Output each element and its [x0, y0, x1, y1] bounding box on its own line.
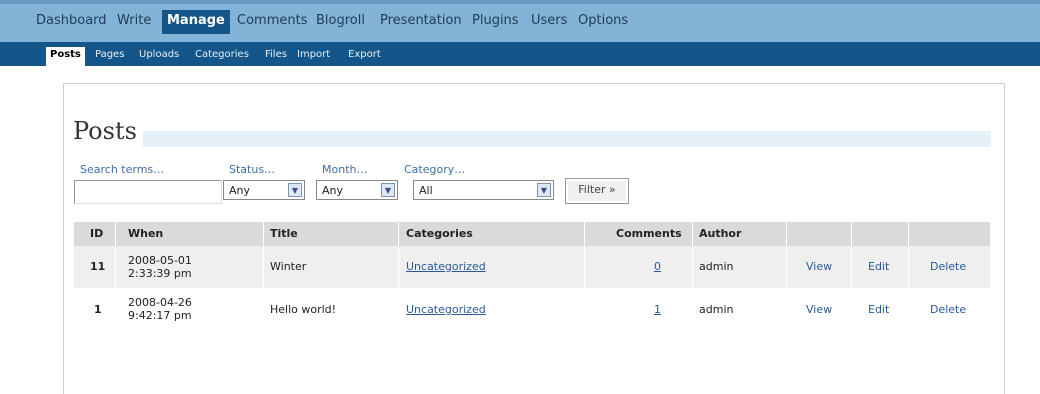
post-id: 1	[94, 303, 102, 316]
subnav-uploads[interactable]: Uploads	[139, 49, 179, 60]
post-title: Winter	[270, 260, 307, 273]
view-link[interactable]: View	[806, 303, 832, 316]
nav-plugins[interactable]: Plugins	[472, 13, 519, 28]
post-category-link[interactable]: Uncategorized	[406, 260, 486, 273]
column-header-when: When	[128, 227, 164, 240]
category-label: Category…	[404, 163, 466, 176]
category-select[interactable]: All ▼	[413, 180, 554, 200]
column-header-title: Title	[270, 227, 298, 240]
column-header-comments: Comments	[616, 227, 682, 240]
nav-write[interactable]: Write	[117, 13, 151, 28]
month-select-value: Any	[322, 184, 344, 197]
filter-button[interactable]: Filter »	[565, 178, 629, 204]
subnav-import[interactable]: Import	[297, 49, 330, 60]
post-category-link[interactable]: Uncategorized	[406, 303, 486, 316]
column-header-categories: Categories	[406, 227, 473, 240]
edit-link[interactable]: Edit	[868, 303, 889, 316]
nav-blogroll[interactable]: Blogroll	[316, 13, 365, 28]
post-title: Hello world!	[270, 303, 337, 316]
nav-manage[interactable]: Manage	[162, 10, 230, 34]
title-underline	[73, 131, 991, 147]
column-divider	[851, 222, 852, 328]
column-divider	[786, 222, 787, 328]
subnav-export[interactable]: Export	[348, 49, 381, 60]
nav-comments[interactable]: Comments	[237, 13, 307, 28]
column-header-id: ID	[90, 227, 104, 240]
post-comments-link[interactable]: 1	[654, 303, 661, 316]
post-comments-link[interactable]: 0	[654, 260, 661, 273]
post-id: 11	[90, 260, 106, 273]
sub-nav: Posts Pages Uploads Categories Files Imp…	[0, 42, 1040, 67]
nav-options[interactable]: Options	[578, 13, 628, 28]
nav-presentation[interactable]: Presentation	[380, 13, 462, 28]
post-date: 2008-05-01	[128, 254, 192, 267]
subnav-categories[interactable]: Categories	[195, 49, 249, 60]
table-row: 1 2008-04-26 9:42:17 pm Hello world! Unc…	[74, 288, 990, 330]
column-divider	[692, 222, 693, 328]
page-title: Posts	[73, 115, 143, 147]
column-divider	[263, 222, 264, 328]
month-label: Month…	[322, 163, 368, 176]
delete-link[interactable]: Delete	[930, 260, 966, 273]
status-label: Status…	[229, 163, 276, 176]
nav-dashboard[interactable]: Dashboard	[36, 13, 107, 28]
column-divider	[115, 222, 116, 328]
category-select-value: All	[419, 184, 433, 197]
column-divider	[398, 222, 399, 328]
view-link[interactable]: View	[806, 260, 832, 273]
month-select[interactable]: Any ▼	[316, 180, 398, 200]
search-input[interactable]	[74, 180, 222, 204]
chevron-down-icon: ▼	[381, 183, 395, 197]
delete-link[interactable]: Delete	[930, 303, 966, 316]
subnav-posts[interactable]: Posts	[46, 47, 85, 67]
post-date: 2008-04-26	[128, 296, 192, 309]
status-select-value: Any	[229, 184, 251, 197]
post-author: admin	[699, 303, 734, 316]
chevron-down-icon: ▼	[537, 183, 551, 197]
table-row: 11 2008-05-01 2:33:39 pm Winter Uncatego…	[74, 246, 990, 288]
table-header: ID When Title Categories Comments Author	[74, 222, 990, 246]
column-divider	[908, 222, 909, 328]
post-author: admin	[699, 260, 734, 273]
edit-link[interactable]: Edit	[868, 260, 889, 273]
post-time: 9:42:17 pm	[128, 309, 192, 322]
column-header-author: Author	[699, 227, 742, 240]
nav-users[interactable]: Users	[531, 13, 567, 28]
column-divider	[584, 222, 585, 328]
subnav-files[interactable]: Files	[265, 49, 287, 60]
main-nav: Dashboard Write Manage Comments Blogroll…	[0, 0, 1040, 42]
search-label: Search terms…	[80, 163, 165, 176]
post-time: 2:33:39 pm	[128, 267, 192, 280]
subnav-pages[interactable]: Pages	[95, 49, 124, 60]
chevron-down-icon: ▼	[288, 183, 302, 197]
status-select[interactable]: Any ▼	[223, 180, 305, 200]
